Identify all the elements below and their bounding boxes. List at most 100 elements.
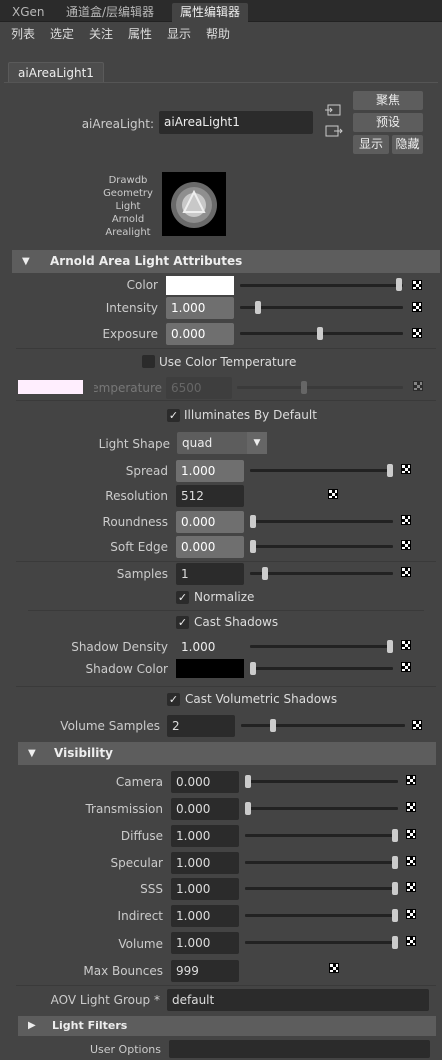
indirect-map-icon[interactable] xyxy=(406,909,416,919)
shadow-density-slider-track[interactable] xyxy=(250,645,393,648)
roundness-map-icon[interactable] xyxy=(401,515,411,525)
node-name-field[interactable]: aiAreaLight1 xyxy=(159,111,313,134)
max-bounces-map-icon[interactable] xyxy=(329,963,339,973)
output-connection-icon[interactable] xyxy=(325,124,343,138)
volume-samples-field[interactable]: 2 xyxy=(167,715,235,737)
tab-xgen[interactable]: XGen xyxy=(4,3,53,22)
volume-map-icon[interactable] xyxy=(406,936,416,946)
menu-help[interactable]: 帮助 xyxy=(206,25,230,42)
color-map-icon[interactable] xyxy=(412,280,422,290)
menu-attributes[interactable]: 属性 xyxy=(128,25,152,42)
cast-shadows-checkbox[interactable]: ✓ xyxy=(176,616,189,629)
shadow-density-field[interactable]: 1.000 xyxy=(176,636,244,658)
volume-samples-map-icon[interactable] xyxy=(412,720,422,730)
sss-map-icon[interactable] xyxy=(406,882,416,892)
normalize-checkbox[interactable]: ✓ xyxy=(176,591,189,604)
section-arnold-header[interactable]: ▼ Arnold Area Light Attributes xyxy=(12,250,440,273)
intensity-slider-track[interactable] xyxy=(240,306,403,309)
intensity-map-icon[interactable] xyxy=(412,302,422,312)
indirect-field[interactable]: 1.000 xyxy=(171,905,239,927)
volume-slider-track[interactable] xyxy=(245,941,398,944)
spread-slider-thumb[interactable] xyxy=(387,464,393,477)
user-options-field[interactable] xyxy=(169,1040,430,1058)
presets-button[interactable]: 预设 xyxy=(353,113,423,132)
intensity-slider-thumb[interactable] xyxy=(255,301,261,314)
camera-slider-thumb[interactable] xyxy=(245,775,251,788)
soft-edge-map-icon[interactable] xyxy=(401,540,411,550)
volume-samples-slider-thumb[interactable] xyxy=(270,719,276,732)
aov-light-group-field[interactable]: default xyxy=(167,989,429,1011)
samples-slider-track[interactable] xyxy=(250,572,393,575)
samples-slider-thumb[interactable] xyxy=(262,567,268,580)
illuminates-checkbox[interactable]: ✓ xyxy=(167,409,180,422)
soft-edge-slider-thumb[interactable] xyxy=(250,540,256,553)
volume-field[interactable]: 1.000 xyxy=(171,932,239,954)
specular-slider-thumb[interactable] xyxy=(392,856,398,869)
node-tab[interactable]: aiAreaLight1 xyxy=(8,62,104,82)
sss-slider-track[interactable] xyxy=(245,887,398,890)
shadow-color-slider-track[interactable] xyxy=(250,667,393,670)
shadow-color-map-icon[interactable] xyxy=(401,662,411,672)
max-bounces-field[interactable]: 999 xyxy=(171,960,239,982)
spread-slider-track[interactable] xyxy=(250,469,393,472)
intensity-field[interactable]: 1.000 xyxy=(166,297,234,319)
specular-slider-track[interactable] xyxy=(245,861,398,864)
diffuse-field[interactable]: 1.000 xyxy=(171,825,239,847)
menu-list[interactable]: 列表 xyxy=(11,25,35,42)
shadow-density-map-icon[interactable] xyxy=(401,640,411,650)
exposure-slider-thumb[interactable] xyxy=(317,327,323,340)
spread-map-icon[interactable] xyxy=(401,464,411,474)
use-color-temp-checkbox[interactable] xyxy=(142,355,155,368)
spread-field[interactable]: 1.000 xyxy=(176,460,244,482)
roundness-field[interactable]: 0.000 xyxy=(176,511,244,533)
samples-map-icon[interactable] xyxy=(401,567,411,577)
sss-slider-thumb[interactable] xyxy=(392,882,398,895)
roundness-slider-track[interactable] xyxy=(250,520,393,523)
indirect-slider-track[interactable] xyxy=(245,914,398,917)
volume-slider-thumb[interactable] xyxy=(392,936,398,949)
show-button[interactable]: 显示 xyxy=(353,135,389,154)
roundness-slider-thumb[interactable] xyxy=(250,515,256,528)
tab-attribute-editor[interactable]: 属性编辑器 xyxy=(172,3,249,22)
camera-map-icon[interactable] xyxy=(406,775,416,785)
transmission-field[interactable]: 0.000 xyxy=(171,798,239,820)
menu-show[interactable]: 显示 xyxy=(167,25,191,42)
input-connection-icon[interactable] xyxy=(325,103,343,117)
section-light-filters-header[interactable]: ▶ Light Filters xyxy=(18,1016,436,1036)
soft-edge-field[interactable]: 0.000 xyxy=(176,536,244,558)
resolution-map-icon[interactable] xyxy=(328,489,338,499)
shadow-color-slider-thumb[interactable] xyxy=(250,662,256,675)
focus-button[interactable]: 聚焦 xyxy=(353,91,423,110)
indirect-slider-thumb[interactable] xyxy=(392,909,398,922)
color-slider-thumb[interactable] xyxy=(396,278,402,291)
color-slider-track[interactable] xyxy=(240,284,403,287)
shadow-density-slider-thumb[interactable] xyxy=(387,640,393,653)
transmission-map-icon[interactable] xyxy=(406,802,416,812)
tab-channel-box[interactable]: 通道盒/层编辑器 xyxy=(58,3,162,22)
resolution-field[interactable]: 512 xyxy=(176,485,244,507)
diffuse-map-icon[interactable] xyxy=(406,829,416,839)
transmission-slider-track[interactable] xyxy=(245,807,398,810)
samples-field[interactable]: 1 xyxy=(176,563,244,585)
menu-selected[interactable]: 选定 xyxy=(50,25,74,42)
sss-field[interactable]: 1.000 xyxy=(171,878,239,900)
diffuse-slider-thumb[interactable] xyxy=(392,829,398,842)
light-swatch-preview[interactable] xyxy=(162,172,226,236)
exposure-field[interactable]: 0.000 xyxy=(166,323,234,345)
specular-map-icon[interactable] xyxy=(406,856,416,866)
exposure-map-icon[interactable] xyxy=(412,328,422,338)
section-visibility-header[interactable]: ▼ Visibility xyxy=(18,742,436,765)
color-swatch[interactable] xyxy=(166,276,234,295)
menu-focus[interactable]: 关注 xyxy=(89,25,113,42)
camera-field[interactable]: 0.000 xyxy=(171,771,239,793)
volume-samples-slider-track[interactable] xyxy=(241,724,405,727)
diffuse-slider-track[interactable] xyxy=(245,834,398,837)
camera-slider-track[interactable] xyxy=(245,780,398,783)
cast-volumetric-checkbox[interactable]: ✓ xyxy=(167,693,180,706)
hide-button[interactable]: 隐藏 xyxy=(392,135,423,154)
light-shape-dropdown[interactable]: quad ▼ xyxy=(177,432,267,454)
specular-field[interactable]: 1.000 xyxy=(171,852,239,874)
shadow-color-swatch[interactable] xyxy=(176,659,244,678)
transmission-slider-thumb[interactable] xyxy=(245,802,251,815)
soft-edge-slider-track[interactable] xyxy=(250,545,393,548)
